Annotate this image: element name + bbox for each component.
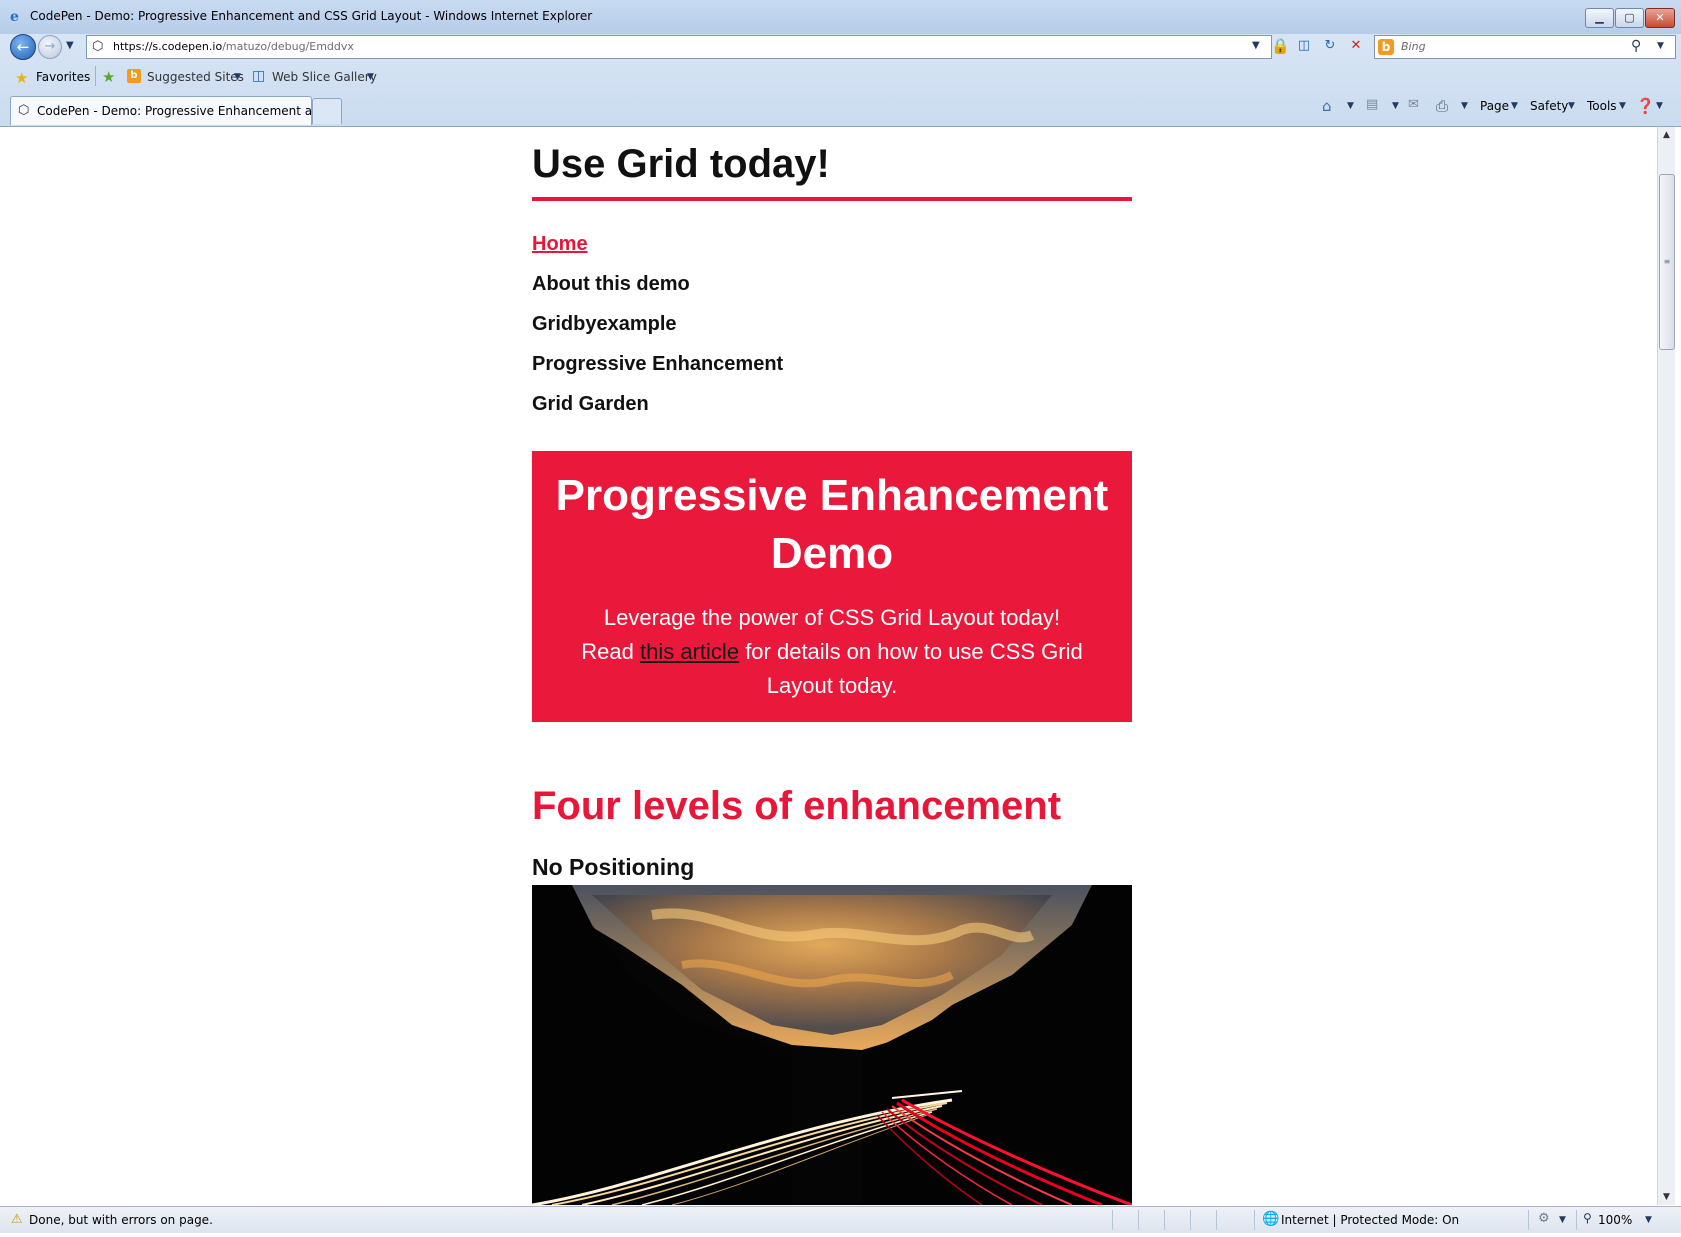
tools-menu-arrow-icon[interactable]: ▼ [1619,101,1626,111]
status-divider [1216,1210,1217,1230]
feeds-icon[interactable]: ▤ [1366,97,1378,112]
web-slice-dropdown-icon[interactable]: ▼ [367,72,374,82]
nav-link-gridbyexample[interactable]: Gridbyexample [532,312,783,352]
safety-menu[interactable]: Safety [1530,99,1568,113]
nav-link-grid-garden[interactable]: Grid Garden [532,392,783,432]
section-heading: Four levels of enhancement [532,784,1062,828]
address-input[interactable]: https://s.codepen.io/matuzo/debug/Emddvx [113,40,354,53]
new-tab-button[interactable] [312,98,342,124]
page-viewport: Use Grid today! Home About this demo Gri… [8,127,1657,1205]
suggested-sites-dropdown-icon[interactable]: ▼ [234,72,241,82]
feeds-dropdown-icon[interactable]: ▼ [1392,101,1399,111]
security-zone-text[interactable]: Internet | Protected Mode: On [1281,1213,1459,1227]
tab-label: CodePen - Demo: Progressive Enhancement … [37,104,343,118]
compatibility-view-icon[interactable]: ◫ [1294,36,1314,56]
search-options-dropdown-icon[interactable]: ▼ [1657,41,1664,51]
lock-icon[interactable]: 🔒 [1271,37,1290,55]
nav-link-home[interactable]: Home [532,232,783,272]
internet-explorer-icon: e [10,9,19,25]
status-divider [1190,1210,1191,1230]
suggested-sites-icon: b [127,69,141,83]
highway-light-trails-photo [532,885,1132,1205]
history-dropdown-icon[interactable]: ▼ [66,40,74,51]
tools-menu[interactable]: Tools [1587,99,1617,113]
nav-link-about[interactable]: About this demo [532,272,783,312]
article-link[interactable]: this article [640,639,739,664]
forward-button[interactable]: → [38,35,62,59]
status-divider [1138,1210,1139,1230]
search-icon[interactable]: ⚲ [1631,38,1641,54]
stop-icon[interactable]: ✕ [1346,36,1366,56]
status-divider [1576,1210,1577,1230]
tab-codepen[interactable]: ⬡ CodePen - Demo: Progressive Enhancemen… [10,96,343,125]
add-to-favorites-icon[interactable]: ★ [102,68,115,86]
zoom-dropdown-icon[interactable]: ▼ [1645,1215,1652,1225]
hero-rest: for details on how to use CSS Grid Layou… [745,639,1083,698]
vertical-scrollbar[interactable]: ▲ ≡ ▼ [1657,127,1675,1205]
help-dropdown-icon[interactable]: ▼ [1656,101,1663,111]
hero-line-1: Leverage the power of CSS Grid Layout to… [603,605,1061,630]
status-divider [1112,1210,1113,1230]
hero-read: Read [581,639,634,664]
codepen-tab-icon: ⬡ [18,103,30,118]
status-divider [1254,1210,1255,1230]
page-menu-arrow-icon[interactable]: ▼ [1511,101,1518,111]
main-nav: Home About this demo Gridbyexample Progr… [532,232,783,432]
favorites-star-icon[interactable]: ★ [15,69,28,87]
home-icon[interactable]: ⌂ [1322,97,1332,115]
hero-text: Leverage the power of CSS Grid Layout to… [572,601,1092,703]
scroll-thumb[interactable]: ≡ [1659,174,1675,350]
toolbar-divider [95,66,96,86]
browser-chrome: e CodePen - Demo: Progressive Enhancemen… [0,0,1681,127]
status-divider [1528,1210,1529,1230]
status-bar: ⚠ Done, but with errors on page. 🌐 Inter… [0,1206,1681,1233]
maximize-button[interactable]: ▢ [1615,8,1644,28]
window-title: CodePen - Demo: Progressive Enhancement … [30,9,593,23]
zoom-icon[interactable]: ⚲ [1583,1211,1592,1225]
page-menu[interactable]: Page [1480,99,1509,113]
suggested-sites-link[interactable]: Suggested Sites [147,70,244,84]
help-icon[interactable]: ❓ [1636,97,1655,115]
title-bar: e CodePen - Demo: Progressive Enhancemen… [0,0,1681,34]
nav-link-progressive-enhancement[interactable]: Progressive Enhancement [532,352,783,392]
status-divider [1164,1210,1165,1230]
internet-zone-globe-icon: 🌐 [1262,1211,1280,1227]
scroll-down-arrow-icon[interactable]: ▼ [1658,1189,1675,1205]
hero-title: Progressive Enhancement Demo [555,471,1109,578]
page-title: Use Grid today! [532,142,830,186]
title-underline [532,197,1132,201]
address-bar[interactable]: ⬡ https://s.codepen.io/matuzo/debug/Emdd… [86,35,1272,59]
address-dropdown-icon[interactable]: ▼ [1252,40,1260,51]
home-dropdown-icon[interactable]: ▼ [1347,101,1354,111]
zoom-level[interactable]: 100% [1598,1213,1632,1227]
scroll-up-arrow-icon[interactable]: ▲ [1658,127,1675,143]
mail-icon[interactable]: ✉ [1408,97,1419,112]
url-host: https://s.codepen.io [113,40,223,53]
warning-icon[interactable]: ⚠ [11,1212,23,1227]
status-text: Done, but with errors on page. [29,1213,213,1227]
favorites-button[interactable]: Favorites [36,70,90,84]
print-icon[interactable]: ⎙ [1436,97,1448,115]
close-window-button[interactable]: ✕ [1645,8,1675,28]
back-button[interactable]: ← [10,34,36,60]
search-input[interactable]: Bing [1401,40,1426,53]
search-box[interactable]: b Bing ⚲ ▼ [1374,35,1676,59]
web-slice-gallery-link[interactable]: Web Slice Gallery [272,70,377,84]
url-path: /matuzo/debug/Emddvx [222,40,354,53]
hero-banner: Progressive Enhancement Demo Leverage th… [532,451,1132,722]
bing-icon: b [1378,39,1394,55]
manage-addons-icon[interactable]: ⚙ [1538,1211,1550,1226]
minimize-button[interactable]: ▁ [1585,8,1614,28]
web-slice-icon: ◫ [252,68,266,84]
favorites-bar: ★ Favorites ★ b Suggested Sites ▼ ◫ Web … [0,62,1681,90]
print-dropdown-icon[interactable]: ▼ [1461,101,1468,111]
addons-dropdown-icon[interactable]: ▼ [1559,1215,1566,1225]
page-header: Use Grid today! [532,137,1132,191]
refresh-icon[interactable]: ↻ [1320,36,1340,56]
safety-menu-arrow-icon[interactable]: ▼ [1568,101,1575,111]
level-heading: No Positioning [532,854,695,880]
codepen-site-icon: ⬡ [92,39,104,54]
